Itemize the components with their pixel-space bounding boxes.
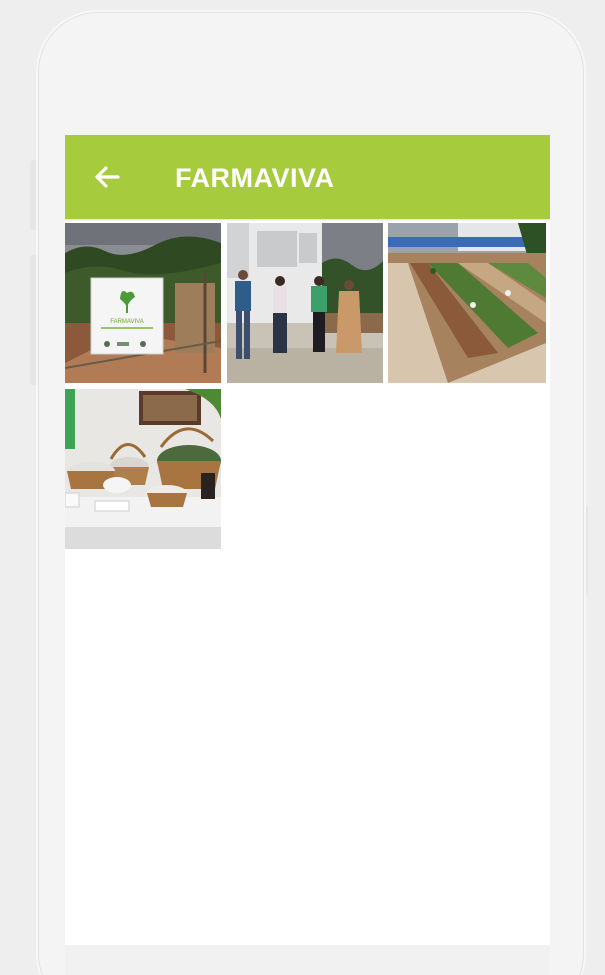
garden-beds-photo-image (388, 223, 546, 383)
volume-up-button (30, 160, 38, 230)
sign-photo-image: FARMAVIVA (65, 223, 221, 383)
gallery-photo-sign[interactable]: FARMAVIVA (65, 223, 221, 383)
group-photo-image (227, 223, 383, 383)
page-title: FARMAVIVA (175, 163, 335, 193)
gallery-photo-baskets[interactable] (65, 389, 221, 549)
back-button[interactable] (89, 159, 125, 195)
device-mockup: FARMAVIVA FARMAVIVA (0, 0, 605, 975)
app-bar: FARMAVIVA (65, 135, 550, 219)
bottom-edge (65, 945, 550, 975)
gallery-photo-group[interactable] (227, 223, 383, 383)
app-screen: FARMAVIVA FARMAVIVA (65, 135, 550, 975)
sign-text: FARMAVIVA (110, 319, 143, 325)
baskets-table-photo-image (65, 389, 221, 549)
gallery-photo-garden-beds[interactable] (388, 223, 546, 383)
volume-down-button (30, 255, 38, 385)
arrow-left-icon (95, 166, 120, 188)
